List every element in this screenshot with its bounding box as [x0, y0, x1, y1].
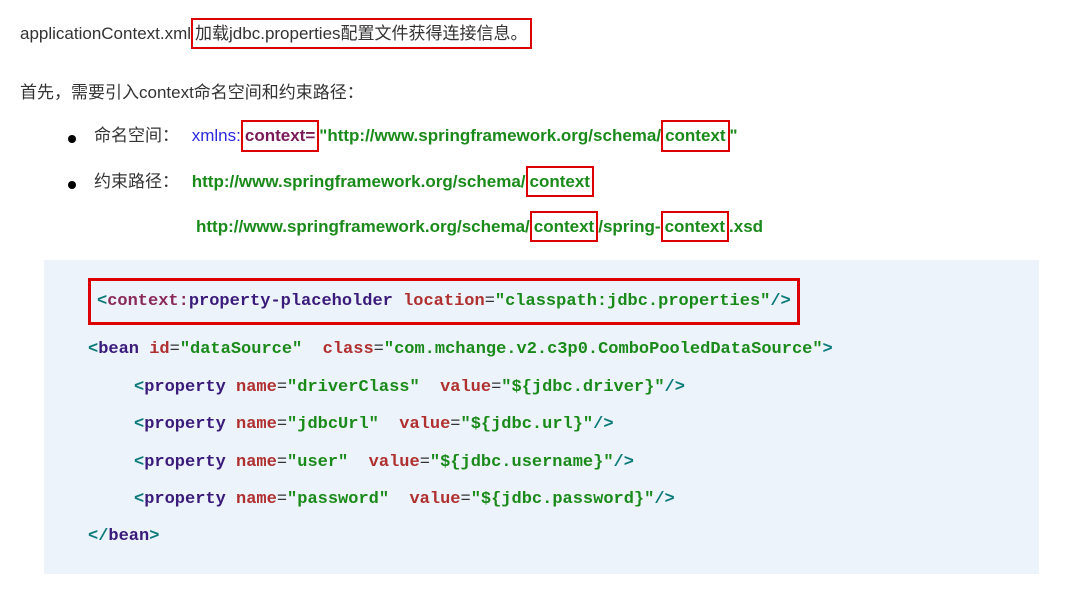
bullet-namespace: 命名空间： xmlns:context= " http://www.springfr…: [20, 120, 1049, 151]
attr-class: class: [323, 340, 374, 359]
code-line-property: <property name="driverClass" value="${jd…: [88, 369, 1011, 406]
lt-close: </: [88, 527, 108, 546]
val-class: "com.mchange.v2.c3p0.ComboPooledDataSour…: [384, 340, 823, 359]
lt: <: [97, 292, 107, 311]
colon: :: [179, 292, 189, 311]
ns-url-context-box: context: [661, 120, 729, 151]
path-url2-end: .xsd: [729, 217, 763, 236]
bullet-list: 命名空间： xmlns:context= " http://www.springfr…: [20, 120, 1049, 196]
val-id: "dataSource": [180, 340, 302, 359]
ns-label: 命名空间：: [94, 126, 179, 145]
code-line-bean-close: </bean>: [88, 518, 1011, 555]
attr-location: location: [403, 292, 485, 311]
val-location: "classpath:jdbc.properties": [495, 292, 770, 311]
intro-highlight-box: 加载jdbc.properties配置文件获得连接信息。: [191, 18, 532, 49]
code-line-placeholder: <context:property-placeholder location="…: [88, 278, 800, 325]
elem-bean-close: bean: [108, 527, 149, 546]
ctx-prefix: context: [107, 292, 178, 311]
eq: =: [485, 292, 495, 311]
elem-bean: bean: [98, 340, 139, 359]
self-close: />: [770, 292, 790, 311]
lead-paragraph: 首先，需要引入context命名空间和约束路径：: [20, 79, 1049, 106]
xmlns-context-box: context=: [241, 120, 319, 151]
bullet-dot-icon: [68, 135, 76, 143]
ns-url: http://www.springframework.org/schema/: [327, 126, 661, 145]
elem-placeholder: property-placeholder: [189, 292, 393, 311]
code-line-property: <property name="password" value="${jdbc.…: [88, 481, 1011, 518]
bullet-dot-icon: [68, 181, 76, 189]
xmlns-prefix: xmlns:: [192, 126, 241, 145]
path-url2-pre: http://www.springframework.org/schema/: [196, 217, 530, 236]
path-url2-context-box1: context: [530, 211, 598, 242]
code-line-bean-open: <bean id="dataSource" class="com.mchange…: [88, 331, 1011, 368]
lt: <: [88, 340, 98, 359]
code-block: <context:property-placeholder location="…: [44, 260, 1039, 574]
gt-close: >: [149, 527, 159, 546]
code-line-property: <property name="user" value="${jdbc.user…: [88, 444, 1011, 481]
constraint-path-line2: http://www.springframework.org/schema/co…: [196, 211, 1049, 242]
path-label: 约束路径：: [94, 172, 179, 191]
path-url2-context-box2: context: [661, 211, 729, 242]
attr-id: id: [149, 340, 169, 359]
ns-quote-close: ": [730, 126, 738, 145]
code-line-property: <property name="jdbcUrl" value="${jdbc.u…: [88, 406, 1011, 443]
path-url2-mid: /spring-: [598, 217, 660, 236]
path-url1-context-box: context: [526, 166, 594, 197]
intro-prefix: applicationContext.xml: [20, 24, 191, 43]
path-url1: http://www.springframework.org/schema/: [192, 172, 526, 191]
intro-paragraph: applicationContext.xml加载jdbc.properties配…: [20, 18, 1049, 49]
gt: >: [823, 340, 833, 359]
bullet-constraint-path: 约束路径： http://www.springframework.org/sch…: [20, 166, 1049, 197]
